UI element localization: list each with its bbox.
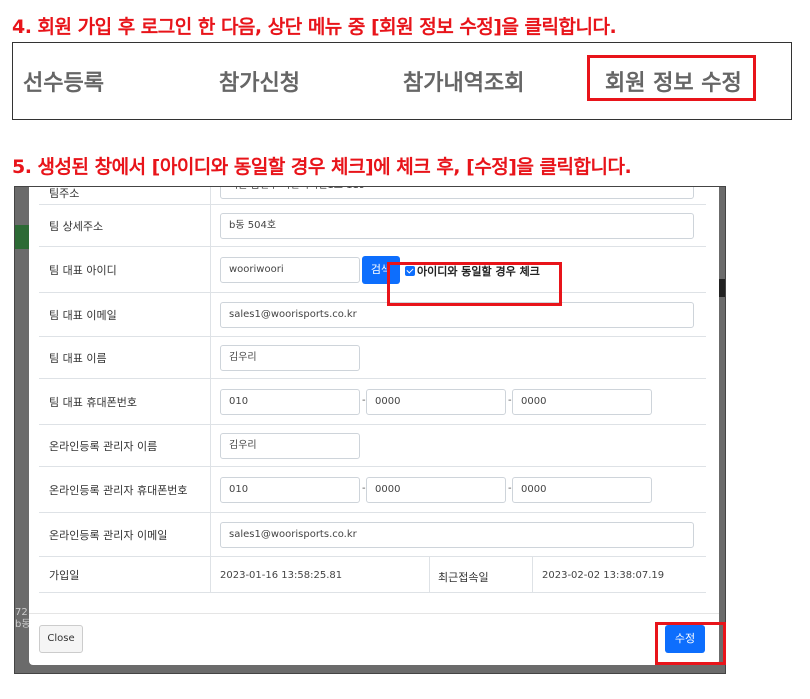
menu-player-register[interactable]: 선수등록 — [23, 65, 104, 97]
admin-name-input[interactable]: 김우리 — [220, 433, 360, 459]
close-button[interactable]: Close — [39, 625, 83, 653]
row-label: 온라인등록 관리자 이메일 — [39, 513, 211, 556]
highlight-box-save — [655, 622, 726, 665]
admin-phone-part-1-input[interactable]: 010 — [220, 477, 360, 503]
top-menu-bar: 선수등록 참가신청 참가내역조회 회원 정보 수정 — [12, 42, 792, 120]
admin-phone-part-3-input[interactable]: 0000 — [512, 477, 652, 503]
join-date-value: 2023-01-16 13:58:25.81 — [220, 570, 343, 581]
row-label: 온라인등록 관리자 휴대폰번호 — [39, 467, 211, 512]
row-label: 가입일 — [39, 557, 211, 592]
row-label: 팀 대표 이름 — [39, 337, 211, 378]
row-team-rep-id: 팀 대표 아이디 wooriwoori 검색 아이디와 동일할 경우 체크 — [39, 247, 706, 293]
row-team-rep-name: 팀 대표 이름 김우리 — [39, 337, 706, 379]
row-admin-phone: 온라인등록 관리자 휴대폰번호 010 - 0000 - 0000 — [39, 467, 706, 513]
team-address-input[interactable]: 서울 금천구 가산디지털1로 119 — [220, 187, 694, 199]
phone-part-1-input[interactable]: 010 — [220, 389, 360, 415]
menu-apply-history[interactable]: 참가내역조회 — [403, 65, 524, 97]
row-team-rep-phone: 팀 대표 휴대폰번호 010 - 0000 - 0000 — [39, 379, 706, 425]
background-header-strip — [15, 225, 29, 249]
step4-instruction: 4. 회원 가입 후 로그인 한 다음, 상단 메뉴 중 [회원 정보 수정]을… — [12, 16, 617, 38]
last-login-label: 최근접속일 — [438, 571, 489, 584]
row-label: 온라인등록 관리자 이름 — [39, 425, 211, 466]
row-admin-name: 온라인등록 관리자 이름 김우리 — [39, 425, 706, 467]
row-join-date: 가입일 2023-01-16 13:58:25.81 최근접속일 2023-02… — [39, 557, 706, 593]
team-rep-id-input[interactable]: wooriwoori — [220, 257, 360, 283]
row-team-detail-address: 팀 상세주소 b동 504호 — [39, 205, 706, 247]
highlight-box-menu — [587, 55, 756, 101]
highlight-box-checkbox — [387, 262, 562, 306]
admin-email-input[interactable]: sales1@woorisports.co.kr — [220, 522, 694, 548]
row-team-rep-email: 팀 대표 이메일 sales1@woorisports.co.kr — [39, 293, 706, 337]
row-label: 팀주소 — [39, 187, 211, 204]
admin-phone-part-2-input[interactable]: 0000 — [366, 477, 506, 503]
step5-instruction: 5. 생성된 창에서 [아이디와 동일할 경우 체크]에 체크 후, [수정]을… — [12, 156, 632, 178]
row-label: 팀 대표 아이디 — [39, 247, 211, 292]
row-team-address: 팀주소 서울 금천구 가산디지털1로 119 — [39, 187, 706, 205]
row-label: 팀 대표 이메일 — [39, 293, 211, 336]
row-label: 팀 대표 휴대폰번호 — [39, 379, 211, 424]
phone-part-2-input[interactable]: 0000 — [366, 389, 506, 415]
team-rep-name-input[interactable]: 김우리 — [220, 345, 360, 371]
modal-screenshot: 72 b동 팀주소 서울 금천구 가산디지털1로 119 팀 상세주소 b동 5… — [14, 186, 726, 674]
team-detail-address-input[interactable]: b동 504호 — [220, 213, 694, 239]
last-login-value: 2023-02-02 13:38:07.19 — [542, 570, 665, 581]
last-login-label-cell: 최근접속일 — [429, 557, 533, 592]
row-admin-email: 온라인등록 관리자 이메일 sales1@woorisports.co.kr — [39, 513, 706, 557]
modal-footer-divider — [29, 613, 719, 614]
row-label: 팀 상세주소 — [39, 205, 211, 246]
menu-apply[interactable]: 참가신청 — [219, 65, 300, 97]
member-info-modal: 팀주소 서울 금천구 가산디지털1로 119 팀 상세주소 b동 504호 팀 … — [29, 187, 719, 665]
phone-part-3-input[interactable]: 0000 — [512, 389, 652, 415]
